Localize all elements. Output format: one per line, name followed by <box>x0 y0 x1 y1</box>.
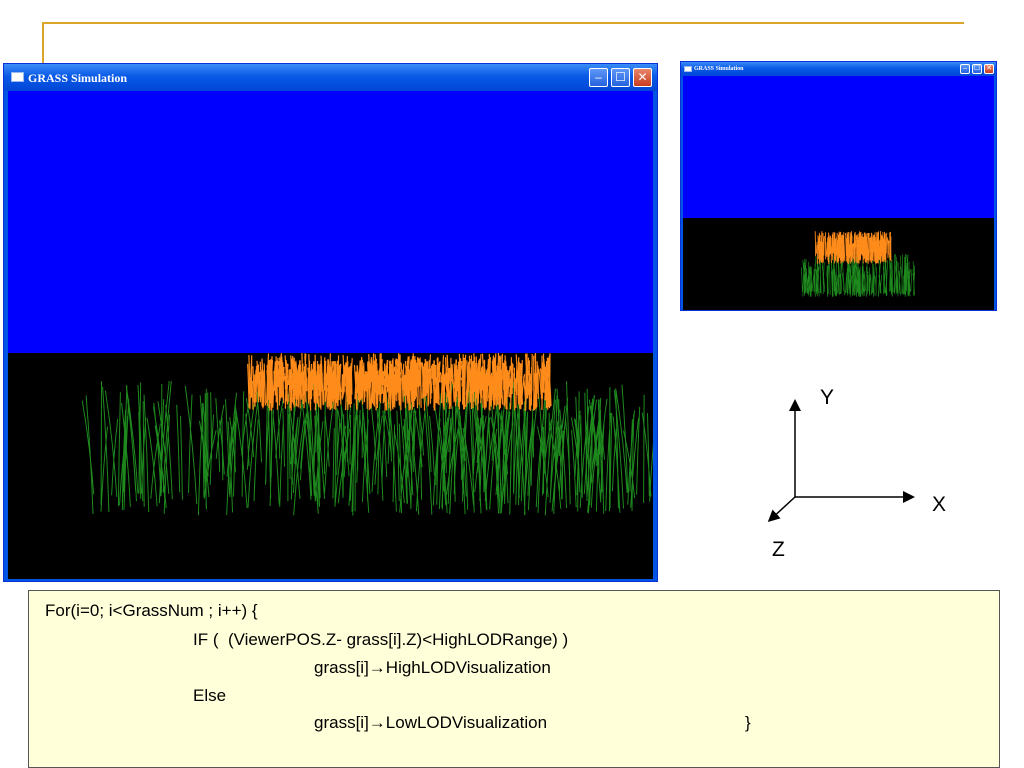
main-window-titlebar[interactable]: GRASS Simulation <box>4 64 657 91</box>
preview-grass-scene <box>683 76 994 310</box>
far-grass-patch <box>247 352 552 411</box>
preview-minimize-button[interactable]: – <box>960 64 970 74</box>
decor-vertical-line <box>42 22 44 64</box>
preview-render-viewport[interactable] <box>683 76 994 310</box>
preview-maximize-button[interactable]: ☐ <box>972 64 982 74</box>
code-line-for: For(i=0; i<GrassNum ; i++) { <box>45 601 258 620</box>
decor-horizontal-line <box>42 22 964 24</box>
code-line-else: Else <box>193 686 227 705</box>
preview-window-titlebar[interactable]: GRASS Simulation <box>681 62 996 76</box>
main-window-title: GRASS Simulation <box>28 71 128 85</box>
x-axis-label: X <box>932 493 947 516</box>
lod-pseudocode-box: For(i=0; i<GrassNum ; i++) { IF ( (Viewe… <box>28 590 1000 768</box>
code-line-low-lod: grass[i]→LowLODVisualization <box>314 713 548 732</box>
window-app-icon[interactable] <box>684 66 692 72</box>
main-simulation-window: GRASS Simulation – ☐ ✕ <box>3 63 658 582</box>
minimize-button[interactable]: – <box>589 68 608 87</box>
y-axis-label: Y <box>820 386 835 409</box>
preview-window-title: GRASS Simulation <box>694 66 744 72</box>
code-line-high-lod: grass[i]→HighLODVisualization <box>314 658 551 677</box>
z-axis-line <box>767 496 796 523</box>
sky-area <box>8 91 653 353</box>
z-axis-label: Z <box>772 538 785 561</box>
main-grass-scene <box>8 91 653 579</box>
window-app-icon[interactable] <box>11 72 24 82</box>
main-render-viewport[interactable] <box>8 91 653 579</box>
axes-lines <box>767 399 915 523</box>
preview-sky-area <box>683 76 994 218</box>
code-line-if: IF ( (ViewerPOS.Z- grass[i].Z)<HighLODRa… <box>193 630 569 649</box>
preview-simulation-window: GRASS Simulation – ☐ ✕ <box>680 61 997 311</box>
coordinate-axes-diagram: Y X Z <box>760 380 960 570</box>
code-line-closing-brace: } <box>745 713 751 732</box>
close-button[interactable]: ✕ <box>633 68 652 87</box>
preview-close-button[interactable]: ✕ <box>984 64 994 74</box>
maximize-button[interactable]: ☐ <box>611 68 630 87</box>
